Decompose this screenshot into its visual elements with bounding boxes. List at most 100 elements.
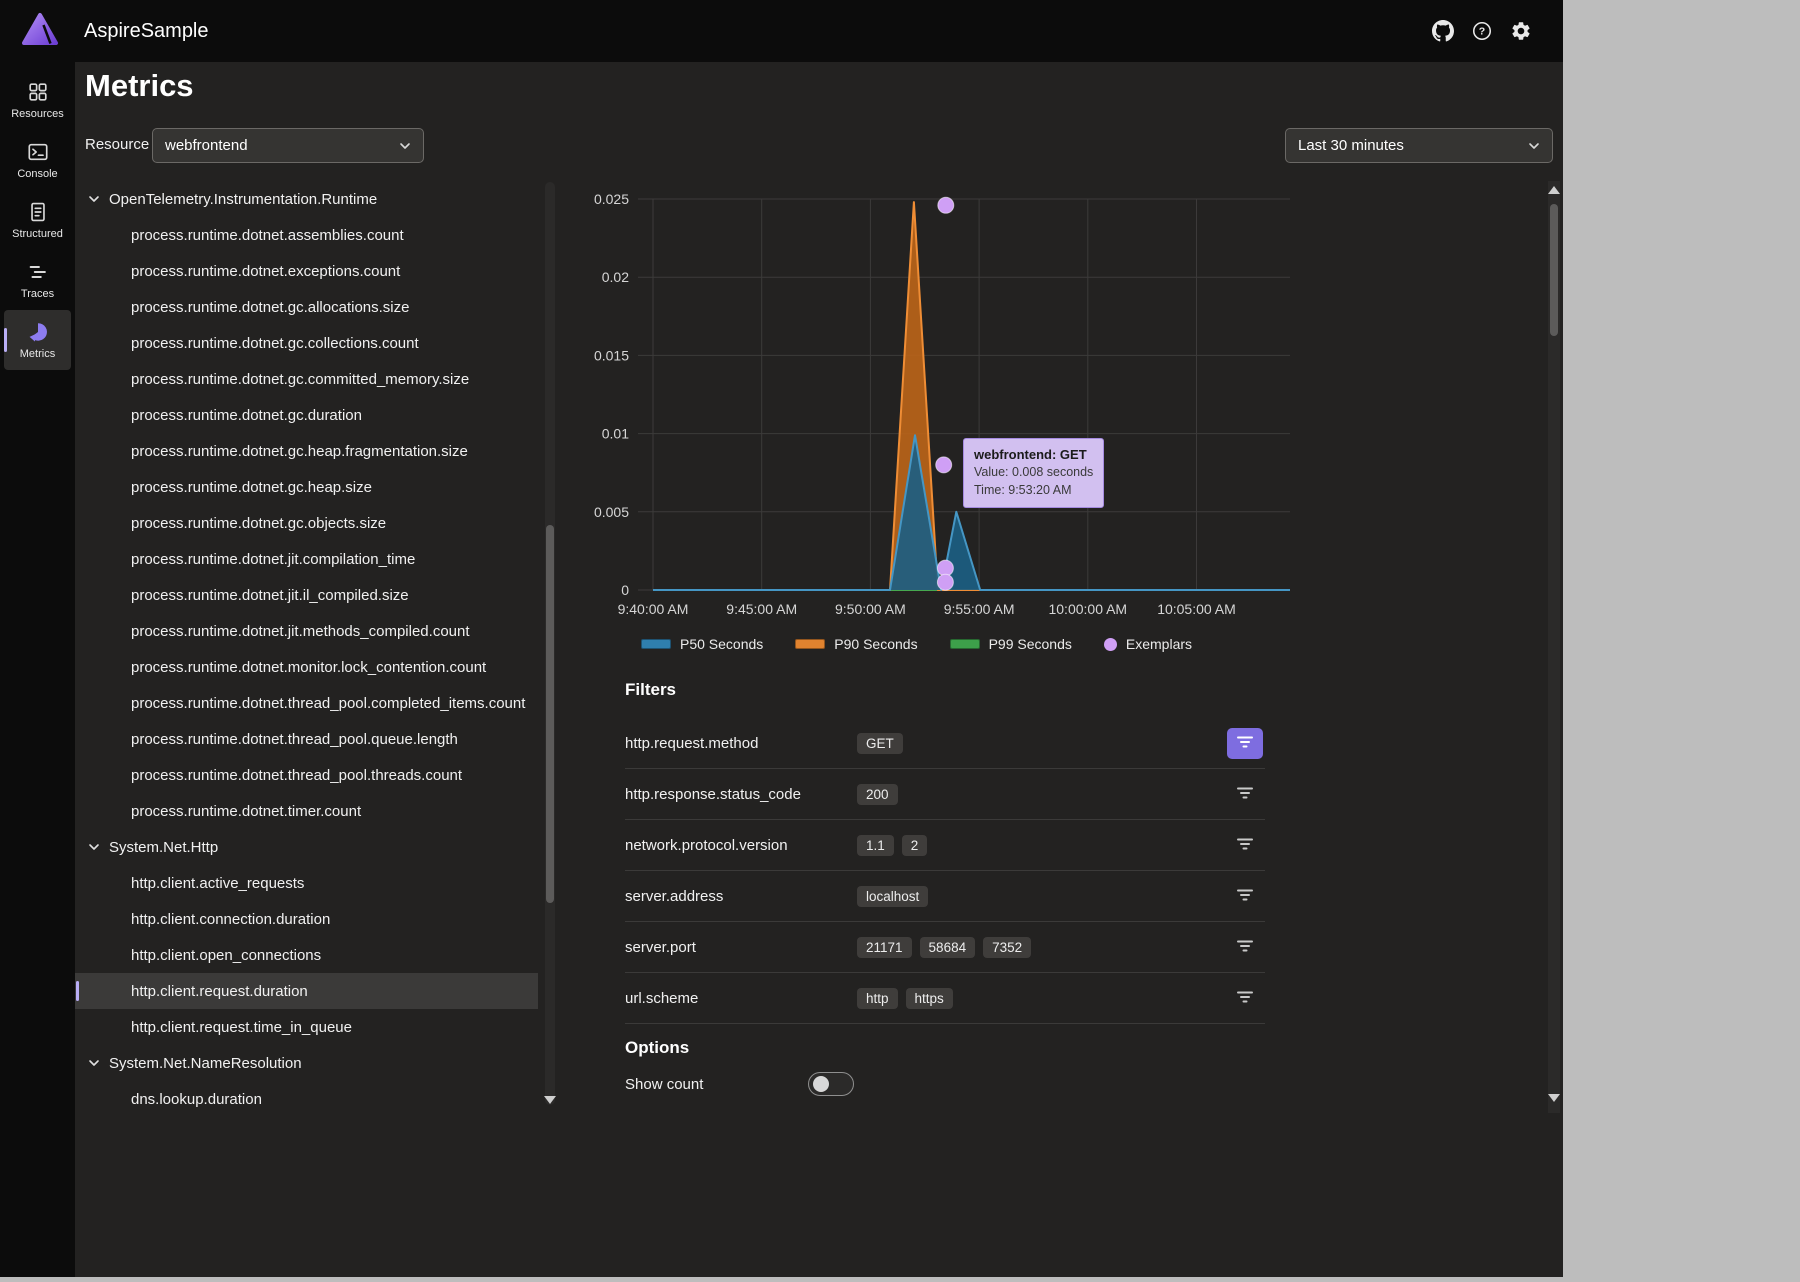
- app-title: AspireSample: [84, 0, 209, 62]
- chevron-down-icon: [1528, 140, 1540, 152]
- settings-button[interactable]: [1509, 19, 1533, 43]
- x-tick-label: 10:00:00 AM: [1048, 601, 1127, 617]
- page-scrollbar-thumb[interactable]: [1550, 204, 1558, 336]
- tree-item[interactable]: process.runtime.dotnet.jit.il_compiled.s…: [75, 577, 538, 613]
- legend-label: P99 Seconds: [989, 636, 1072, 652]
- x-tick-label: 9:50:00 AM: [835, 601, 906, 617]
- sidebar-item-metrics[interactable]: Metrics: [4, 310, 71, 370]
- tree-item[interactable]: process.runtime.dotnet.jit.compilation_t…: [75, 541, 538, 577]
- github-button[interactable]: [1431, 19, 1455, 43]
- tree-item[interactable]: http.client.request.time_in_queue: [75, 1009, 538, 1045]
- tree-item[interactable]: http.client.connection.duration: [75, 901, 538, 937]
- filter-value-badge: 1.1: [857, 835, 894, 856]
- tree-group-label: System.Net.Http: [109, 839, 218, 856]
- filter-button[interactable]: [1227, 932, 1263, 963]
- sidebar-item-label: Metrics: [20, 348, 55, 360]
- resources-icon: [27, 81, 49, 103]
- tree-item[interactable]: process.runtime.dotnet.gc.collections.co…: [75, 325, 538, 361]
- tree-group[interactable]: System.Net.NameResolution: [75, 1045, 538, 1081]
- chevron-down-icon[interactable]: [88, 1057, 100, 1069]
- filter-values: httphttps: [857, 988, 953, 1009]
- console-icon: [27, 141, 49, 163]
- x-tick-label: 10:05:00 AM: [1157, 601, 1236, 617]
- tree-item[interactable]: process.runtime.dotnet.gc.duration: [75, 397, 538, 433]
- sidebar-item-console[interactable]: Console: [4, 130, 71, 190]
- tree-item[interactable]: process.runtime.dotnet.exceptions.count: [75, 253, 538, 289]
- exemplar-dot[interactable]: [936, 457, 952, 473]
- exemplar-dot[interactable]: [937, 560, 953, 576]
- tree-item[interactable]: dns.lookup.duration: [75, 1081, 538, 1117]
- tree-item[interactable]: http.client.open_connections: [75, 937, 538, 973]
- filter-button[interactable]: [1227, 779, 1263, 810]
- legend-item-p50-seconds[interactable]: P50 Seconds: [641, 636, 763, 652]
- filter-values: 1.12: [857, 835, 927, 856]
- tree-item[interactable]: process.runtime.dotnet.thread_pool.compl…: [75, 685, 538, 721]
- filter-button[interactable]: [1227, 983, 1263, 1014]
- tree-scroll-down-icon[interactable]: [544, 1096, 556, 1104]
- legend-label: P90 Seconds: [834, 636, 917, 652]
- tree-item[interactable]: process.runtime.dotnet.thread_pool.queue…: [75, 721, 538, 757]
- tree-item-label: process.runtime.dotnet.thread_pool.threa…: [131, 767, 462, 784]
- time-range-value: Last 30 minutes: [1298, 137, 1404, 154]
- sidebar-item-structured[interactable]: Structured: [4, 190, 71, 250]
- tree-item-label: process.runtime.dotnet.gc.duration: [131, 407, 362, 424]
- x-tick-label: 9:45:00 AM: [726, 601, 797, 617]
- page-scroll-down-icon[interactable]: [1548, 1094, 1560, 1102]
- legend-item-p99-seconds[interactable]: P99 Seconds: [950, 636, 1072, 652]
- metrics-chart[interactable]: 00.0050.010.0150.020.0259:40:00 AM9:45:0…: [565, 182, 1305, 627]
- y-tick-label: 0.025: [594, 191, 629, 207]
- filter-icon: [1236, 835, 1254, 856]
- tree-item-label: process.runtime.dotnet.monitor.lock_cont…: [131, 659, 486, 676]
- tree-item[interactable]: process.runtime.dotnet.thread_pool.threa…: [75, 757, 538, 793]
- tree-scrollbar-thumb[interactable]: [546, 525, 554, 903]
- exemplar-dot[interactable]: [937, 574, 953, 590]
- tree-item[interactable]: http.client.active_requests: [75, 865, 538, 901]
- time-range-select[interactable]: Last 30 minutes: [1285, 128, 1553, 163]
- tree-item[interactable]: process.runtime.dotnet.gc.allocations.si…: [75, 289, 538, 325]
- sidebar-item-label: Resources: [11, 108, 64, 120]
- filter-row: http.request.methodGET: [625, 718, 1265, 769]
- x-tick-label: 9:55:00 AM: [944, 601, 1015, 617]
- sidebar-item-resources[interactable]: Resources: [4, 70, 71, 130]
- show-count-toggle[interactable]: [808, 1072, 854, 1096]
- help-button[interactable]: ?: [1470, 19, 1494, 43]
- chart-tooltip: webfrontend: GET Value: 0.008 seconds Ti…: [963, 438, 1104, 508]
- exemplar-dot[interactable]: [938, 197, 954, 213]
- tree-item[interactable]: process.runtime.dotnet.assemblies.count: [75, 217, 538, 253]
- tree-item[interactable]: http.client.request.duration: [75, 973, 538, 1009]
- svg-text:?: ?: [1479, 26, 1485, 38]
- tree-item[interactable]: process.runtime.dotnet.monitor.lock_cont…: [75, 649, 538, 685]
- legend-item-exemplars[interactable]: Exemplars: [1104, 636, 1192, 652]
- tree-item-label: process.runtime.dotnet.jit.methods_compi…: [131, 623, 470, 640]
- tree-item-label: http.client.open_connections: [131, 947, 321, 964]
- resource-select[interactable]: webfrontend: [152, 128, 424, 163]
- tree-item[interactable]: process.runtime.dotnet.jit.methods_compi…: [75, 613, 538, 649]
- y-tick-label: 0.01: [602, 426, 629, 442]
- series-area-P90 Seconds: [653, 202, 1290, 590]
- filter-row: http.response.status_code200: [625, 769, 1265, 820]
- sidebar-item-label: Traces: [21, 288, 54, 300]
- tree-group[interactable]: OpenTelemetry.Instrumentation.Runtime: [75, 181, 538, 217]
- tree-group[interactable]: System.Net.Http: [75, 829, 538, 865]
- tree-item[interactable]: process.runtime.dotnet.timer.count: [75, 793, 538, 829]
- filter-icon: [1236, 937, 1254, 958]
- sidebar-item-label: Console: [17, 168, 57, 180]
- filter-row: url.schemehttphttps: [625, 973, 1265, 1024]
- page-scroll-up-icon[interactable]: [1548, 186, 1560, 194]
- tree-item[interactable]: process.runtime.dotnet.gc.heap.size: [75, 469, 538, 505]
- sidebar-item-traces[interactable]: Traces: [4, 250, 71, 310]
- filter-value-badge: https: [906, 988, 953, 1009]
- tree-item-label: http.client.request.duration: [131, 983, 308, 1000]
- tree-item-label: process.runtime.dotnet.gc.objects.size: [131, 515, 386, 532]
- filter-icon: [1236, 886, 1254, 907]
- tree-item[interactable]: process.runtime.dotnet.gc.objects.size: [75, 505, 538, 541]
- filter-button[interactable]: [1227, 728, 1263, 759]
- tree-item[interactable]: process.runtime.dotnet.gc.committed_memo…: [75, 361, 538, 397]
- chevron-down-icon[interactable]: [88, 841, 100, 853]
- filter-button[interactable]: [1227, 881, 1263, 912]
- tree-item[interactable]: process.runtime.dotnet.gc.heap.fragmenta…: [75, 433, 538, 469]
- chevron-down-icon[interactable]: [88, 193, 100, 205]
- legend-item-p90-seconds[interactable]: P90 Seconds: [795, 636, 917, 652]
- filter-name: http.response.status_code: [625, 786, 857, 803]
- filter-button[interactable]: [1227, 830, 1263, 861]
